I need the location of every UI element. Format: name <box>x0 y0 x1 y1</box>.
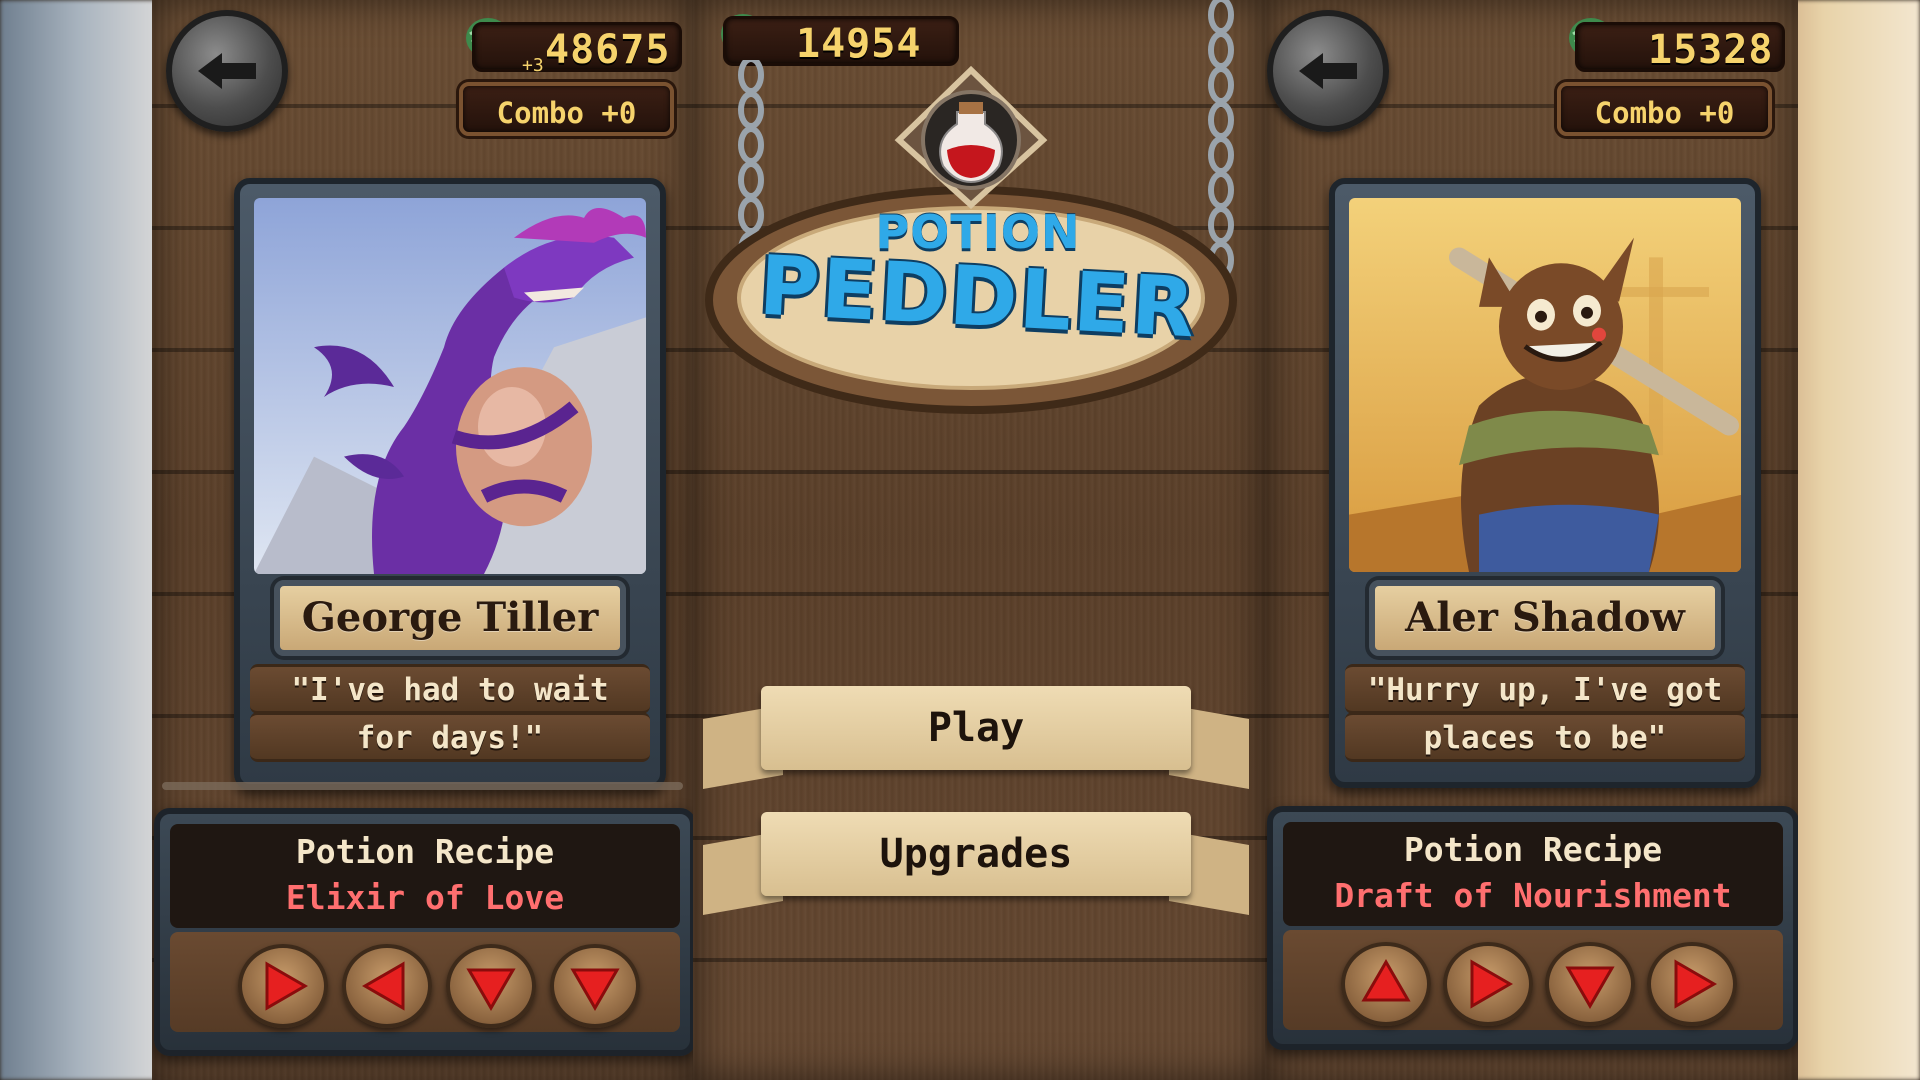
play-label: Play <box>761 686 1191 770</box>
customer-card: George Tiller "I've had to wait for days… <box>234 178 666 790</box>
combo-counter: Combo +0 <box>1557 82 1772 136</box>
customer-card: Aler Shadow "Hurry up, I've got places t… <box>1329 178 1761 788</box>
recipe-arrow-sequence <box>170 932 680 1032</box>
recipe-name: Elixir of Love <box>285 878 565 917</box>
arrow-right-button[interactable] <box>238 944 328 1028</box>
arrow-down-button[interactable] <box>446 944 536 1028</box>
background-left-blur <box>0 0 160 1080</box>
recipe-header: Potion Recipe Draft of Nourishment <box>1283 822 1783 926</box>
arrow-right-button[interactable] <box>1647 942 1737 1026</box>
left-screen: 48675 +3 Combo +0 George Tiller "I've ha… <box>152 0 693 1080</box>
coin-counter: 48675 <box>472 22 682 73</box>
customer-portrait <box>254 198 646 574</box>
customer-quote-line2: places to be" <box>1345 712 1745 762</box>
customer-quote-line2: for days!" <box>250 712 650 762</box>
arrow-down-icon <box>1565 966 1615 1009</box>
arrow-left-button[interactable] <box>342 944 432 1028</box>
recipe-panel: Potion Recipe Draft of Nourishment <box>1267 806 1798 1050</box>
combo-counter: Combo +0 <box>459 82 674 136</box>
coin-value: 48675 <box>545 27 671 73</box>
arrow-up-icon <box>1361 959 1411 1002</box>
arrow-down-icon <box>466 968 516 1011</box>
coin-bonus: +3 <box>522 55 544 76</box>
play-button[interactable]: Play <box>703 686 1249 790</box>
recipe-title: Potion Recipe <box>1403 830 1663 869</box>
arrow-right-icon <box>1674 959 1717 1009</box>
arrow-down-button[interactable] <box>550 944 640 1028</box>
right-screen: 15328 Combo +0 Aler Shadow "Hurry up, I'… <box>1265 0 1798 1080</box>
divider <box>162 782 683 790</box>
recipe-arrow-sequence <box>1283 930 1783 1030</box>
customer-name: Aler Shadow <box>1369 580 1721 656</box>
coin-counter: 15328 <box>1575 22 1785 73</box>
arrow-right-button[interactable] <box>1443 942 1533 1026</box>
center-screen: 14954 POTION PEDDLER Play Upgrades <box>693 0 1265 1080</box>
upgrades-button[interactable]: Upgrades <box>703 812 1249 916</box>
customer-name: George Tiller <box>274 580 626 656</box>
customer-quote-line1: "Hurry up, I've got <box>1345 664 1745 714</box>
arrow-up-button[interactable] <box>1341 942 1431 1026</box>
back-button[interactable] <box>1267 10 1389 132</box>
back-button[interactable] <box>166 10 288 132</box>
upgrades-label: Upgrades <box>761 812 1191 896</box>
customer-quote-line1: "I've had to wait <box>250 664 650 714</box>
coin-value: 15328 <box>1648 27 1774 73</box>
back-arrow-icon <box>1299 53 1357 89</box>
arrow-left-icon <box>362 961 405 1011</box>
recipe-name: Draft of Nourishment <box>1334 876 1732 915</box>
arrow-right-icon <box>1470 959 1513 1009</box>
back-arrow-icon <box>198 53 256 89</box>
arrow-down-icon <box>570 968 620 1011</box>
recipe-title: Potion Recipe <box>295 832 555 871</box>
recipe-header: Potion Recipe Elixir of Love <box>170 824 680 928</box>
recipe-panel: Potion Recipe Elixir of Love <box>154 808 693 1056</box>
arrow-right-icon <box>265 961 308 1011</box>
customer-portrait <box>1349 198 1741 572</box>
arrow-down-button[interactable] <box>1545 942 1635 1026</box>
